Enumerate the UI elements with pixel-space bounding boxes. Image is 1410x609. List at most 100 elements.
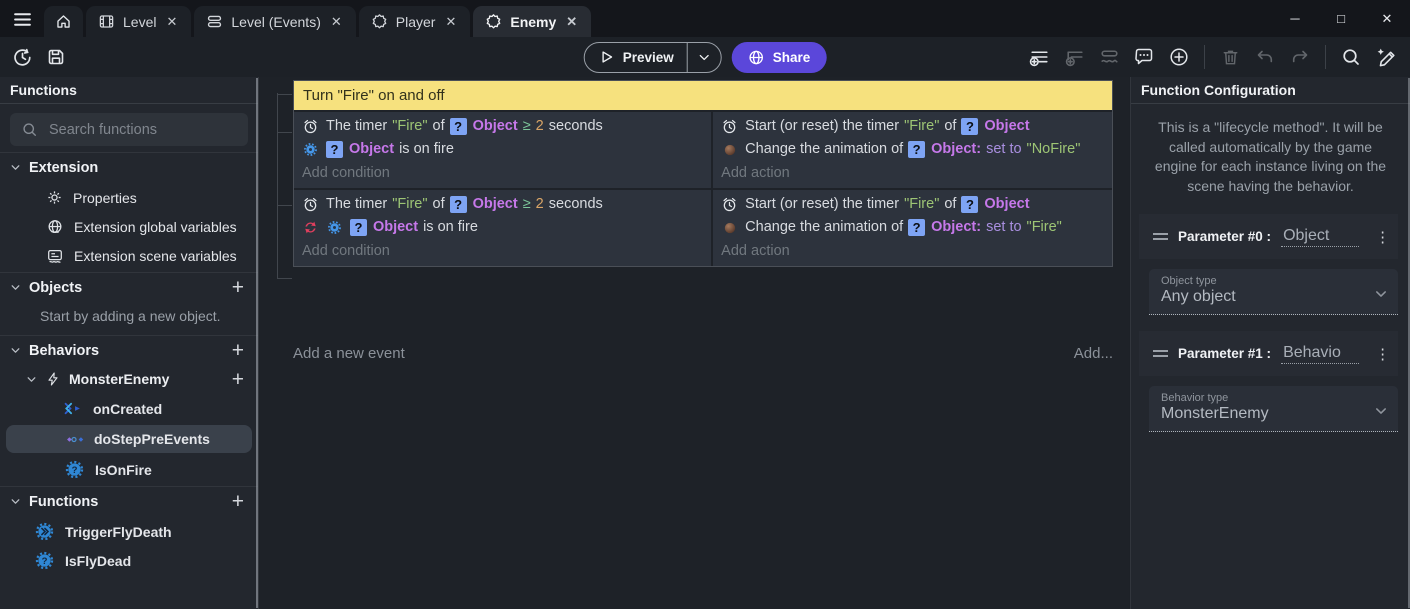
add-condition-link[interactable]: Add condition bbox=[302, 239, 703, 262]
preview-dropdown-button[interactable] bbox=[688, 51, 721, 64]
sidebar-item-properties[interactable]: Properties bbox=[0, 184, 258, 211]
add-comment-button[interactable] bbox=[1128, 41, 1160, 73]
close-tab-icon[interactable]: ✕ bbox=[443, 13, 458, 31]
instruction-segment[interactable]: set to bbox=[986, 138, 1021, 161]
instruction-row[interactable]: Change the animation of ?Object: set to … bbox=[721, 138, 1104, 161]
add-event-button[interactable] bbox=[1023, 41, 1055, 73]
object-badge[interactable]: ? bbox=[350, 219, 367, 236]
add-behavior-button[interactable]: + bbox=[228, 340, 248, 361]
event-row-1[interactable]: The timer "Fire" of ?Object ≥ 2 seconds?… bbox=[294, 110, 1112, 188]
sidebar-item-extension-global-variables[interactable]: Extension global variables bbox=[0, 213, 258, 240]
object-badge[interactable]: ? bbox=[961, 196, 978, 213]
section-functions[interactable]: Functions + bbox=[0, 486, 258, 516]
behavior-monsterenemy[interactable]: MonsterEnemy + bbox=[0, 365, 258, 393]
object-badge[interactable]: ? bbox=[908, 219, 925, 236]
object-badge[interactable]: ? bbox=[961, 118, 978, 135]
instruction-segment[interactable]: Object bbox=[984, 115, 1029, 138]
main-menu-button[interactable] bbox=[0, 1, 44, 37]
object-badge[interactable]: ? bbox=[908, 141, 925, 158]
instruction-segment[interactable]: Object: bbox=[931, 216, 981, 239]
add-new-event-link[interactable]: Add a new event bbox=[293, 345, 405, 362]
add-behavior-function-button[interactable]: + bbox=[228, 369, 248, 390]
instruction-row[interactable]: The timer "Fire" of ?Object ≥ 2 seconds bbox=[302, 115, 703, 138]
sidebar-scrollbar[interactable] bbox=[256, 78, 258, 608]
instruction-row[interactable]: The timer "Fire" of ?Object ≥ 2 seconds bbox=[302, 193, 703, 216]
instruction-segment[interactable]: Object bbox=[984, 193, 1029, 216]
redo-button[interactable] bbox=[1284, 41, 1316, 73]
close-tab-icon[interactable]: ✕ bbox=[329, 13, 344, 31]
instruction-segment[interactable]: 2 bbox=[536, 115, 544, 138]
instruction-row[interactable]: Change the animation of ?Object: set to … bbox=[721, 216, 1104, 239]
instruction-segment[interactable]: set to bbox=[986, 216, 1021, 239]
kebab-menu-icon[interactable]: ⋮ bbox=[1369, 343, 1396, 365]
tab-home[interactable] bbox=[44, 6, 83, 37]
edit-extension-button[interactable] bbox=[1370, 41, 1402, 73]
object-badge[interactable]: ? bbox=[450, 196, 467, 213]
parameter-name-field[interactable]: Behavio bbox=[1281, 344, 1359, 364]
choose-and-add-button[interactable] bbox=[1163, 41, 1195, 73]
sidebar-item-triggerflydeath[interactable]: TriggerFlyDeath bbox=[0, 518, 258, 545]
section-behaviors[interactable]: Behaviors + bbox=[0, 335, 258, 365]
search-events-button[interactable] bbox=[1335, 41, 1367, 73]
add-object-button[interactable]: + bbox=[228, 277, 248, 298]
close-tab-icon[interactable]: ✕ bbox=[564, 13, 579, 31]
close-tab-icon[interactable]: ✕ bbox=[164, 13, 179, 31]
maximize-button[interactable]: □ bbox=[1318, 0, 1364, 37]
instruction-row[interactable]: Start (or reset) the timer "Fire" of ?Ob… bbox=[721, 115, 1104, 138]
sidebar-item-oncreated[interactable]: onCreated bbox=[0, 395, 258, 422]
add-other-event-button[interactable] bbox=[1093, 41, 1125, 73]
instruction-row[interactable]: Start (or reset) the timer "Fire" of ?Ob… bbox=[721, 193, 1104, 216]
share-button[interactable]: Share bbox=[732, 42, 827, 73]
search-functions-box[interactable] bbox=[10, 113, 248, 146]
comment-event[interactable]: Turn "Fire" on and off bbox=[294, 81, 1112, 110]
sidebar-item-isflydead[interactable]: ? IsFlyDead bbox=[0, 547, 258, 574]
parameter-name-field[interactable]: Object bbox=[1281, 227, 1359, 247]
tab-level[interactable]: Level ✕ bbox=[86, 6, 191, 37]
sidebar-item-extension-scene-variables[interactable]: Extension scene variables bbox=[0, 242, 258, 269]
instruction-segment[interactable]: "Fire" bbox=[1027, 216, 1062, 239]
tab-enemy[interactable]: Enemy ✕ bbox=[473, 6, 591, 37]
object-type-select[interactable]: Object type Any object bbox=[1149, 269, 1398, 315]
instruction-segment[interactable]: 2 bbox=[536, 193, 544, 216]
search-functions-input[interactable] bbox=[47, 121, 217, 139]
instruction-segment[interactable]: ≥ bbox=[523, 115, 531, 138]
instruction-segment[interactable]: "Fire" bbox=[904, 115, 939, 138]
add-more-link[interactable]: Add... bbox=[1074, 345, 1113, 362]
instruction-segment[interactable]: Object: bbox=[931, 138, 981, 161]
instruction-row[interactable]: ?Object is on fire bbox=[302, 216, 703, 239]
add-function-button[interactable]: + bbox=[228, 491, 248, 512]
instruction-segment[interactable]: Object bbox=[349, 138, 394, 161]
instruction-segment[interactable]: Object bbox=[473, 193, 518, 216]
save-button[interactable] bbox=[40, 41, 72, 73]
instruction-segment[interactable]: Object bbox=[473, 115, 518, 138]
instruction-row[interactable]: ?Object is on fire bbox=[302, 138, 703, 161]
instruction-segment[interactable]: "Fire" bbox=[392, 193, 427, 216]
close-button[interactable]: ✕ bbox=[1364, 0, 1410, 37]
drag-handle-icon[interactable] bbox=[1153, 350, 1168, 357]
add-action-link[interactable]: Add action bbox=[721, 239, 1104, 262]
add-action-link[interactable]: Add action bbox=[721, 161, 1104, 184]
instruction-segment[interactable]: Object bbox=[373, 216, 418, 239]
instruction-segment[interactable]: "Fire" bbox=[904, 193, 939, 216]
instruction-segment[interactable]: "Fire" bbox=[392, 115, 427, 138]
object-badge[interactable]: ? bbox=[326, 141, 343, 158]
sidebar-item-dostepprevents[interactable]: doStepPreEvents bbox=[6, 425, 252, 453]
section-extension[interactable]: Extension bbox=[0, 152, 258, 182]
add-condition-link[interactable]: Add condition bbox=[302, 161, 703, 184]
object-badge[interactable]: ? bbox=[450, 118, 467, 135]
behavior-type-select[interactable]: Behavior type MonsterEnemy bbox=[1149, 386, 1398, 432]
tab-player[interactable]: Player ✕ bbox=[359, 6, 471, 37]
event-row-2[interactable]: The timer "Fire" of ?Object ≥ 2 seconds?… bbox=[294, 188, 1112, 266]
parameter-1-row[interactable]: Parameter #1 : Behavio ⋮ bbox=[1139, 331, 1398, 376]
section-objects[interactable]: Objects + bbox=[0, 272, 258, 302]
tab-level-events[interactable]: Level (Events) ✕ bbox=[194, 6, 355, 37]
parameter-0-row[interactable]: Parameter #0 : Object ⋮ bbox=[1139, 214, 1398, 259]
preview-button[interactable]: Preview bbox=[584, 42, 722, 73]
delete-button[interactable] bbox=[1214, 41, 1246, 73]
history-button[interactable] bbox=[6, 41, 38, 73]
sidebar-item-isonfire[interactable]: ? IsOnFire bbox=[0, 456, 258, 483]
drag-handle-icon[interactable] bbox=[1153, 233, 1168, 240]
add-subevent-button[interactable] bbox=[1058, 41, 1090, 73]
undo-button[interactable] bbox=[1249, 41, 1281, 73]
instruction-segment[interactable]: ≥ bbox=[523, 193, 531, 216]
